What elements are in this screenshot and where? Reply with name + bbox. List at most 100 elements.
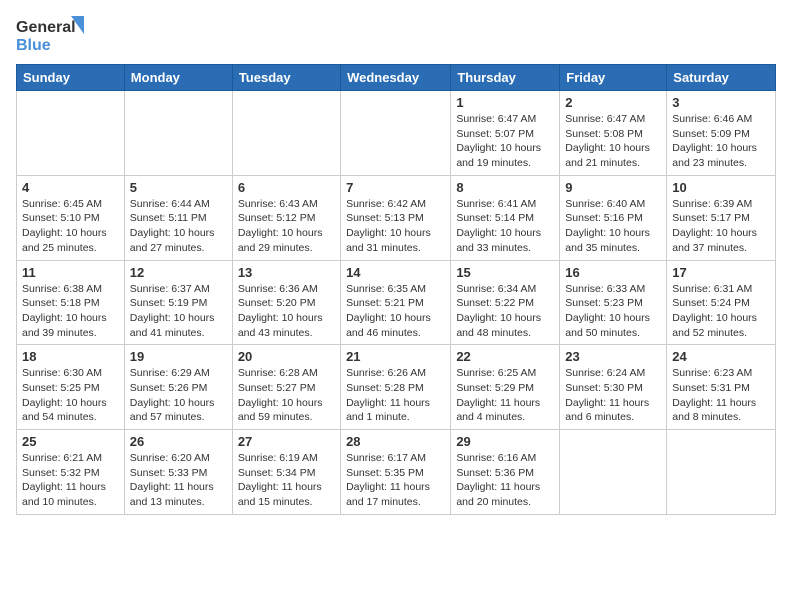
day-number: 26 — [130, 434, 227, 449]
day-number: 28 — [346, 434, 445, 449]
calendar-week-row: 4 Sunrise: 6:45 AM Sunset: 5:10 PM Daylig… — [17, 175, 776, 260]
calendar-week-row: 1 Sunrise: 6:47 AM Sunset: 5:07 PM Daylig… — [17, 91, 776, 176]
calendar-cell: 18Sunrise: 6:30 AM Sunset: 5:25 PM Dayli… — [17, 345, 125, 430]
calendar-cell — [232, 91, 340, 176]
calendar-cell: 28 Sunrise: 6:17 AM Sunset: 5:35 PM Dayli… — [341, 430, 451, 515]
day-info: Sunrise: 6:44 AM Sunset: 5:11 PM Dayligh… — [130, 197, 227, 256]
logo: GeneralBlue — [16, 16, 86, 56]
day-number: 4 — [22, 180, 119, 195]
calendar-cell: 21 Sunrise: 6:26 AM Sunset: 5:28 PM Dayli… — [341, 345, 451, 430]
calendar-cell: 16 Sunrise: 6:33 AM Sunset: 5:23 PM Dayli… — [560, 260, 667, 345]
page-container: GeneralBlue SundayMondayTuesdayWednesday… — [0, 0, 792, 523]
day-number: 10 — [672, 180, 770, 195]
calendar-week-row: 25 Sunrise: 6:21 AM Sunset: 5:32 PM Dayli… — [17, 430, 776, 515]
day-number: 6 — [238, 180, 335, 195]
weekday-header-saturday: Saturday — [667, 65, 776, 91]
weekday-header-tuesday: Tuesday — [232, 65, 340, 91]
day-info: Sunrise: 6:34 AM Sunset: 5:22 PM Dayligh… — [456, 282, 554, 341]
day-number: 17 — [672, 265, 770, 280]
day-number: 25 — [22, 434, 119, 449]
day-number: 3 — [672, 95, 770, 110]
calendar-header-row: SundayMondayTuesdayWednesdayThursdayFrid… — [17, 65, 776, 91]
day-info: Sunrise: 6:26 AM Sunset: 5:28 PM Dayligh… — [346, 366, 445, 425]
day-number: 7 — [346, 180, 445, 195]
day-number: 22 — [456, 349, 554, 364]
day-number: 20 — [238, 349, 335, 364]
weekday-header-sunday: Sunday — [17, 65, 125, 91]
day-info: Sunrise: 6:25 AM Sunset: 5:29 PM Dayligh… — [456, 366, 554, 425]
day-info: Sunrise: 6:33 AM Sunset: 5:23 PM Dayligh… — [565, 282, 661, 341]
day-info: Sunrise: 6:28 AM Sunset: 5:27 PM Dayligh… — [238, 366, 335, 425]
calendar-cell: 26 Sunrise: 6:20 AM Sunset: 5:33 PM Dayli… — [124, 430, 232, 515]
weekday-header-wednesday: Wednesday — [341, 65, 451, 91]
calendar-cell — [17, 91, 125, 176]
day-number: 15 — [456, 265, 554, 280]
day-info: Sunrise: 6:35 AM Sunset: 5:21 PM Dayligh… — [346, 282, 445, 341]
calendar-cell — [124, 91, 232, 176]
calendar-cell: 23 Sunrise: 6:24 AM Sunset: 5:30 PM Dayli… — [560, 345, 667, 430]
calendar-cell — [560, 430, 667, 515]
day-info: Sunrise: 6:23 AM Sunset: 5:31 PM Dayligh… — [672, 366, 770, 425]
day-number: 29 — [456, 434, 554, 449]
calendar-cell: 12Sunrise: 6:37 AM Sunset: 5:19 PM Dayli… — [124, 260, 232, 345]
day-number: 1 — [456, 95, 554, 110]
calendar-cell: 29 Sunrise: 6:16 AM Sunset: 5:36 PM Dayli… — [451, 430, 560, 515]
day-number: 11 — [22, 265, 119, 280]
day-info: Sunrise: 6:29 AM Sunset: 5:26 PM Dayligh… — [130, 366, 227, 425]
day-info: Sunrise: 6:38 AM Sunset: 5:18 PM Dayligh… — [22, 282, 119, 341]
day-info: Sunrise: 6:19 AM Sunset: 5:34 PM Dayligh… — [238, 451, 335, 510]
calendar-cell: 9 Sunrise: 6:40 AM Sunset: 5:16 PM Daylig… — [560, 175, 667, 260]
calendar-cell: 25 Sunrise: 6:21 AM Sunset: 5:32 PM Dayli… — [17, 430, 125, 515]
day-info: Sunrise: 6:16 AM Sunset: 5:36 PM Dayligh… — [456, 451, 554, 510]
calendar-cell: 14 Sunrise: 6:35 AM Sunset: 5:21 PM Dayli… — [341, 260, 451, 345]
svg-text:Blue: Blue — [16, 37, 51, 54]
weekday-header-monday: Monday — [124, 65, 232, 91]
svg-text:General: General — [16, 19, 76, 36]
day-info: Sunrise: 6:42 AM Sunset: 5:13 PM Dayligh… — [346, 197, 445, 256]
calendar-cell — [667, 430, 776, 515]
day-info: Sunrise: 6:24 AM Sunset: 5:30 PM Dayligh… — [565, 366, 661, 425]
day-info: Sunrise: 6:21 AM Sunset: 5:32 PM Dayligh… — [22, 451, 119, 510]
calendar-cell: 24 Sunrise: 6:23 AM Sunset: 5:31 PM Dayli… — [667, 345, 776, 430]
day-number: 14 — [346, 265, 445, 280]
day-info: Sunrise: 6:37 AM Sunset: 5:19 PM Dayligh… — [130, 282, 227, 341]
calendar-cell: 19 Sunrise: 6:29 AM Sunset: 5:26 PM Dayli… — [124, 345, 232, 430]
day-number: 18 — [22, 349, 119, 364]
day-number: 23 — [565, 349, 661, 364]
calendar-cell: 4 Sunrise: 6:45 AM Sunset: 5:10 PM Daylig… — [17, 175, 125, 260]
calendar-cell — [341, 91, 451, 176]
day-number: 16 — [565, 265, 661, 280]
day-info: Sunrise: 6:31 AM Sunset: 5:24 PM Dayligh… — [672, 282, 770, 341]
calendar-cell: 17 Sunrise: 6:31 AM Sunset: 5:24 PM Dayli… — [667, 260, 776, 345]
calendar-cell: 13 Sunrise: 6:36 AM Sunset: 5:20 PM Dayli… — [232, 260, 340, 345]
calendar: SundayMondayTuesdayWednesdayThursdayFrid… — [16, 64, 776, 515]
calendar-week-row: 11 Sunrise: 6:38 AM Sunset: 5:18 PM Dayli… — [17, 260, 776, 345]
calendar-week-row: 18Sunrise: 6:30 AM Sunset: 5:25 PM Dayli… — [17, 345, 776, 430]
day-info: Sunrise: 6:45 AM Sunset: 5:10 PM Dayligh… — [22, 197, 119, 256]
weekday-header-friday: Friday — [560, 65, 667, 91]
day-info: Sunrise: 6:40 AM Sunset: 5:16 PM Dayligh… — [565, 197, 661, 256]
calendar-cell: 11 Sunrise: 6:38 AM Sunset: 5:18 PM Dayli… — [17, 260, 125, 345]
calendar-cell: 8Sunrise: 6:41 AM Sunset: 5:14 PM Daylig… — [451, 175, 560, 260]
day-info: Sunrise: 6:41 AM Sunset: 5:14 PM Dayligh… — [456, 197, 554, 256]
calendar-cell: 10Sunrise: 6:39 AM Sunset: 5:17 PM Dayli… — [667, 175, 776, 260]
day-number: 9 — [565, 180, 661, 195]
day-number: 21 — [346, 349, 445, 364]
calendar-cell: 20 Sunrise: 6:28 AM Sunset: 5:27 PM Dayli… — [232, 345, 340, 430]
day-info: Sunrise: 6:47 AM Sunset: 5:07 PM Dayligh… — [456, 112, 554, 171]
day-number: 13 — [238, 265, 335, 280]
weekday-header-thursday: Thursday — [451, 65, 560, 91]
day-info: Sunrise: 6:47 AM Sunset: 5:08 PM Dayligh… — [565, 112, 661, 171]
day-info: Sunrise: 6:36 AM Sunset: 5:20 PM Dayligh… — [238, 282, 335, 341]
calendar-cell: 15 Sunrise: 6:34 AM Sunset: 5:22 PM Dayli… — [451, 260, 560, 345]
day-number: 5 — [130, 180, 227, 195]
calendar-cell: 6Sunrise: 6:43 AM Sunset: 5:12 PM Daylig… — [232, 175, 340, 260]
day-number: 24 — [672, 349, 770, 364]
day-number: 2 — [565, 95, 661, 110]
day-info: Sunrise: 6:20 AM Sunset: 5:33 PM Dayligh… — [130, 451, 227, 510]
day-info: Sunrise: 6:17 AM Sunset: 5:35 PM Dayligh… — [346, 451, 445, 510]
day-info: Sunrise: 6:46 AM Sunset: 5:09 PM Dayligh… — [672, 112, 770, 171]
day-number: 19 — [130, 349, 227, 364]
calendar-cell: 3 Sunrise: 6:46 AM Sunset: 5:09 PM Daylig… — [667, 91, 776, 176]
calendar-cell: 22 Sunrise: 6:25 AM Sunset: 5:29 PM Dayli… — [451, 345, 560, 430]
